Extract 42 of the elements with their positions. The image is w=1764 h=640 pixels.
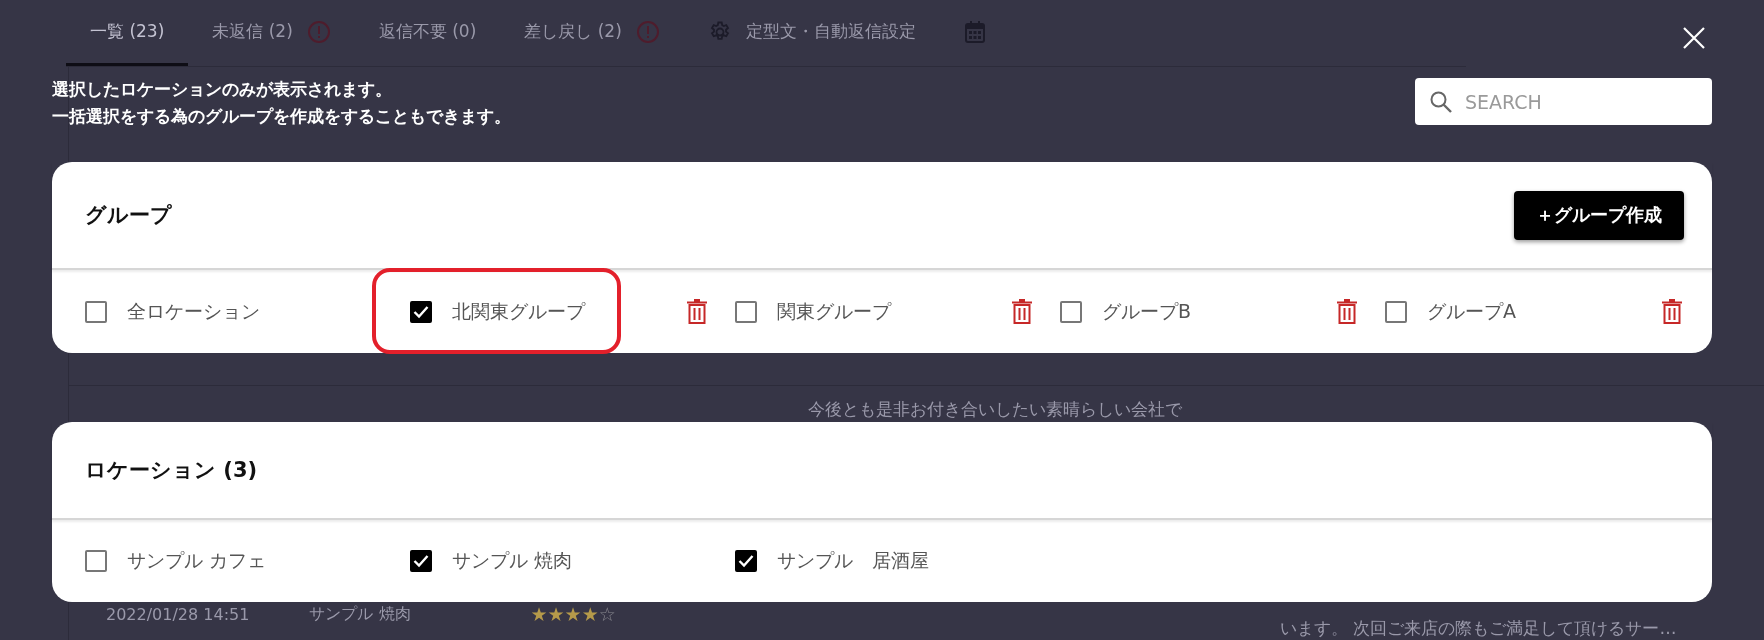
section-title: グループ (85, 202, 172, 229)
close-icon[interactable] (1682, 26, 1706, 50)
tab[interactable]: 差し戻し (2) (500, 0, 684, 66)
date-text: 2022/01/28 14:51 (106, 604, 250, 624)
checkbox[interactable] (1385, 300, 1407, 323)
checkbox[interactable] (1060, 300, 1082, 323)
checkbox-label: 関東グループ (777, 298, 891, 324)
trash-icon[interactable] (1337, 299, 1357, 324)
checkbox-label: サンプル カフェ (127, 548, 267, 573)
calendar-icon (963, 19, 986, 44)
star-icon: ★ (581, 603, 599, 625)
section-title: ロケーション (3) (85, 457, 258, 484)
trash-icon[interactable] (1012, 299, 1032, 324)
trash-icon[interactable] (1662, 299, 1682, 324)
checkbox-label: 全ロケーション (127, 298, 260, 324)
checkbox[interactable] (735, 300, 757, 323)
checkbox-label: サンプル 居酒屋 (777, 548, 929, 573)
checkbox[interactable] (85, 300, 107, 323)
checkbox[interactable] (735, 550, 757, 572)
checkbox[interactable] (410, 550, 432, 572)
tab[interactable]: 定型文・自動返信設定 (683, 0, 940, 66)
checkbox-label: グループA (1427, 298, 1516, 324)
intro-text: 一括選択をする為のグループを作成をすることもできます。 (52, 105, 511, 127)
trash-icon[interactable] (687, 299, 707, 324)
checkbox-label: 北関東グループ (452, 298, 585, 324)
create-group-button[interactable]: ＋グループ作成 (1514, 190, 1684, 240)
checkbox-label: グループB (1102, 298, 1192, 324)
star-icon: ★ (547, 603, 565, 625)
star-icon: ☆ (598, 603, 616, 625)
tab[interactable]: 返信不要 (0) (354, 0, 501, 66)
checkbox-label: サンプル 焼肉 (452, 548, 573, 573)
checkbox[interactable] (410, 300, 432, 323)
star-icon: ★ (564, 603, 582, 625)
location-text: サンプル 焼肉 (309, 603, 411, 625)
review-text: います。 次回ご来店の際もご満足して頂けるサー… (1280, 617, 1677, 640)
tab[interactable]: 一覧 (23) (66, 0, 189, 66)
tab[interactable]: 未返信 (2) (188, 0, 355, 66)
search-field[interactable]: SEARCH (1415, 78, 1712, 125)
intro-text: 選択したロケーションのみが表示されます。 (52, 78, 393, 100)
review-text: 今後とも是非お付き合いしたい素晴らしい会社で (808, 398, 1182, 421)
star-icon: ★ (530, 603, 548, 625)
checkbox[interactable] (85, 550, 107, 572)
